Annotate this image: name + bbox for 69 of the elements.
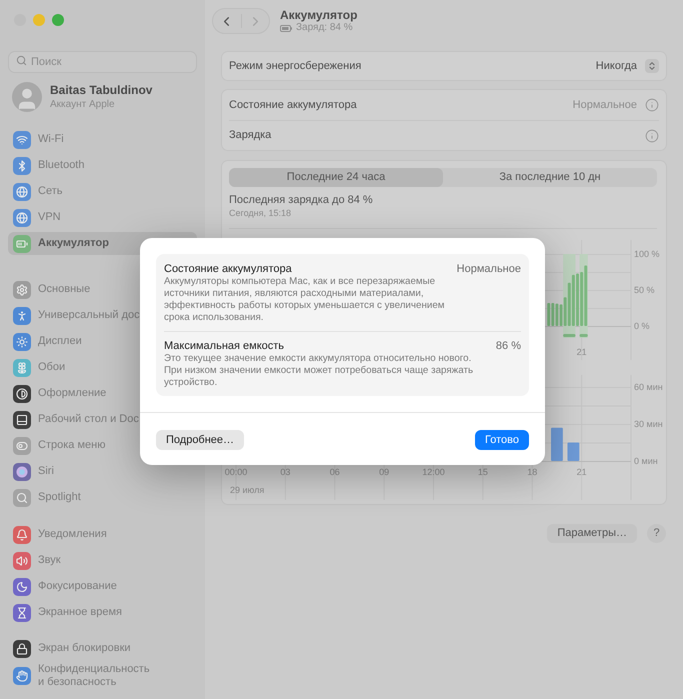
segment-tab[interactable]: За последние 10 дн [443, 168, 657, 187]
axis-tick-label: 03 [280, 467, 290, 477]
options-button[interactable]: Параметры… [547, 524, 637, 543]
help-button[interactable]: ? [647, 524, 666, 543]
setting-label: Зарядка [229, 128, 272, 144]
axis-tick-label: 30 мин [634, 419, 663, 429]
sidebar-item[interactable]: Фокусирование [8, 575, 119, 598]
axis-tick-label: 21 [576, 467, 587, 477]
last-charge-text: Последняя зарядка до 84 % [229, 193, 373, 207]
axis-tick-label: 0 мин [634, 456, 658, 466]
sidebar-item[interactable]: Звук [8, 549, 63, 572]
sidebar-item[interactable]: Основные [8, 278, 92, 301]
axis-tick-label: 06 [330, 467, 340, 477]
usage-bar [551, 428, 563, 461]
sidebar-item[interactable]: VPN [8, 206, 63, 229]
last-charge-time: Сегодня, 15:18 [229, 207, 292, 219]
axis-tick-label: 12:00 [422, 467, 445, 477]
up-down-chevron-icon [645, 59, 659, 73]
sidebar-item[interactable]: Рабочий стол и Doc [8, 408, 141, 431]
account-subtitle: Аккаунт Apple [50, 98, 116, 111]
axis-tick-label: 09 [379, 467, 390, 477]
sidebar-item[interactable]: Экранное время [8, 601, 124, 624]
info-icon[interactable] [645, 128, 659, 142]
date-label: 29 июля [230, 485, 264, 495]
axis-tick-label: 21 [576, 347, 587, 357]
section-value: Нормальное [456, 263, 521, 276]
window-zoom-icon[interactable] [52, 14, 64, 26]
sidebar-item[interactable]: Универсальный дос [8, 304, 142, 327]
section-value: 86 % [496, 340, 521, 353]
battery-icon [280, 24, 292, 32]
popup-button[interactable]: Никогда [596, 58, 659, 74]
charge-level: Заряд: 84 % [296, 22, 353, 34]
usage-bar [567, 442, 580, 461]
done-button[interactable]: Готово [475, 430, 529, 450]
axis-tick-label: 00:00 [224, 467, 248, 477]
sidebar-item[interactable]: Сеть [8, 180, 64, 203]
setting-label: Состояние аккумулятора [229, 98, 357, 113]
sidebar-item[interactable]: Конфиденциальность и безопасность [8, 663, 160, 689]
section-title: Состояние аккумулятора [164, 263, 292, 276]
window-minimize-icon[interactable] [33, 14, 45, 26]
sidebar-item[interactable]: Обои [8, 356, 68, 379]
setting-label: Режим энергосбережения [229, 58, 362, 74]
avatar-icon[interactable] [12, 82, 42, 112]
sidebar-item[interactable]: Дисплеи [8, 330, 84, 353]
page-title: Аккумулятор [280, 8, 358, 22]
sidebar-item[interactable]: Экран блокировки [8, 637, 133, 660]
axis-tick-label: 15 [478, 467, 488, 477]
axis-tick-label: 100 % [634, 249, 660, 259]
setting-value: Нормальное [572, 98, 637, 113]
search-icon [16, 54, 27, 66]
search-field[interactable]: Поиск [8, 51, 197, 73]
sidebar-item[interactable]: Уведомления [8, 523, 109, 546]
section-description: Это текущее значение емкости аккумулятора относительно нового. При низком значении емкости может потребоваться чаще заряжать устройство. [164, 353, 474, 389]
axis-tick-label: 60 мин [634, 382, 663, 392]
segment-tab[interactable]: Последние 24 часа [229, 168, 443, 187]
section-description: Аккумуляторы компьютера Mac, как и все перезаряжаемые источники питания, являются расходными материалами, эффективность работы которых уменьшается с увеличением срока использования. [164, 276, 446, 324]
section-title: Максимальная емкость [164, 340, 284, 353]
sidebar-item[interactable]: Spotlight [8, 486, 83, 509]
sidebar-item[interactable]: Строка меню [8, 434, 108, 457]
sidebar-item[interactable]: Оформление [8, 382, 108, 405]
details-button[interactable]: Подробнее… [156, 430, 244, 450]
sidebar-item[interactable]: Siri [8, 460, 56, 483]
axis-tick-label: 50 % [634, 285, 655, 295]
sidebar-item[interactable]: Wi-Fi [8, 128, 66, 151]
axis-tick-label: 18 [527, 467, 538, 477]
info-icon[interactable] [645, 98, 659, 112]
account-name[interactable]: Baitas Tabuldinov [50, 83, 152, 98]
sidebar-item[interactable]: Bluetooth [8, 154, 86, 177]
axis-tick-label: 0 % [634, 321, 650, 331]
